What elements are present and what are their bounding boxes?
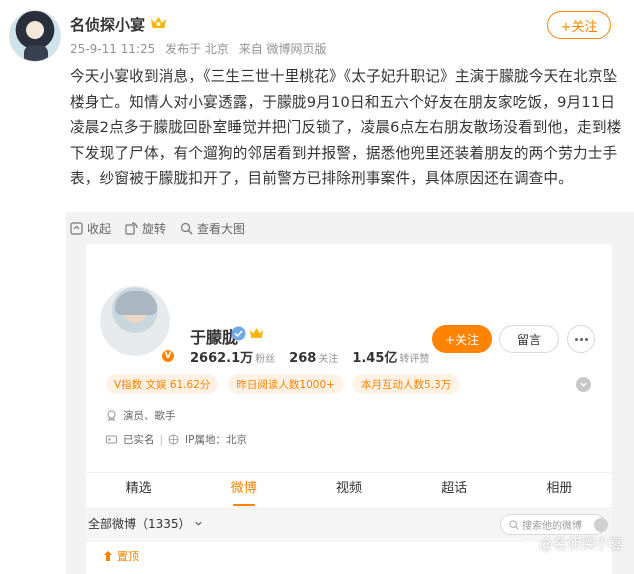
post-source: 来自 微博网页版 <box>238 42 327 56</box>
clear-search-icon <box>594 518 608 532</box>
weibo-watermark: @名侦探小宴 <box>520 534 623 554</box>
profile-search-input: 搜索他的微博 <box>500 514 606 535</box>
location-icon <box>168 434 179 445</box>
author-avatar[interactable] <box>9 10 61 62</box>
post-time[interactable]: 25-9-11 11:25 <box>70 42 155 56</box>
realname-line: 已实名 | IP属地：北京 <box>106 432 247 447</box>
profile-tag: 昨日阅读人数1000+ <box>228 374 343 394</box>
tab-supertopic: 超话 <box>441 481 468 496</box>
tab-featured: 精选 <box>125 481 152 496</box>
post-meta: 25-9-11 11:25 发布于 北京 来自 微博网页版 <box>70 40 333 57</box>
tab-album: 相册 <box>546 481 573 496</box>
search-icon <box>509 519 519 530</box>
verify-check-icon <box>231 326 246 341</box>
follow-button-label: +关注 <box>560 19 598 35</box>
collapse-icon <box>70 221 83 235</box>
collapse-label: 收起 <box>87 221 112 236</box>
profile-tags: V指数 文娱 61.62分 昨日阅读人数1000+ 本月互动人数5.3万 <box>106 374 469 394</box>
reposts-stat: 1.45亿 转评赞 <box>352 351 430 366</box>
all-posts-dropdown: 全部微博（1335） <box>88 515 203 532</box>
profile-tag: 本月互动人数5.3万 <box>352 374 460 394</box>
rotate-label: 旋转 <box>142 221 167 236</box>
chevron-down-icon <box>576 377 591 392</box>
profile-avatar <box>100 286 170 356</box>
rotate-button[interactable]: 旋转 <box>125 220 166 237</box>
occupation-line: 演员、歌手 <box>106 408 176 423</box>
chevron-down-icon <box>195 521 202 526</box>
pin-icon <box>104 551 112 561</box>
magnify-icon <box>180 222 193 234</box>
post-location: 发布于 北京 <box>165 42 229 56</box>
profile-stats: 2662.1万 粉丝 268 关注 1.45亿 转评赞 <box>190 347 443 366</box>
profile-tag: V指数 文娱 61.62分 <box>106 374 219 394</box>
view-large-label: 查看大图 <box>197 221 246 236</box>
crown-icon <box>151 17 166 28</box>
post-text: 今天小宴收到消息，《三生三世十里桃花》《太子妃升职记》主演于朦胧今天在北京坠楼身… <box>70 68 622 187</box>
profile-tabs: 精选 微博 视频 超话 相册 <box>86 472 612 506</box>
collapse-button[interactable]: 收起 <box>70 220 111 237</box>
profile-follow-button: +关注 <box>432 325 492 353</box>
weibo-logo-icon <box>520 541 535 551</box>
profile-message-button: 留言 <box>499 325 559 353</box>
tab-video: 视频 <box>336 481 363 496</box>
view-large-button[interactable]: 查看大图 <box>180 220 245 237</box>
follow-button[interactable]: +关注 <box>547 11 611 39</box>
rotate-icon <box>125 221 138 235</box>
embedded-profile-screenshot[interactable]: V 于朦胧 2662.1万 粉丝 268 关注 1.45亿 转评赞 +关注 留言 V指… <box>86 244 612 574</box>
following-stat: 268 关注 <box>289 351 339 366</box>
author-name[interactable]: 名侦探小宴 <box>70 14 145 35</box>
crown-icon <box>249 328 264 338</box>
more-options-icon <box>567 325 595 353</box>
id-card-icon <box>106 435 117 444</box>
followers-stat: 2662.1万 粉丝 <box>190 351 276 366</box>
image-toolbar: 收起 旋转 查看大图 <box>66 216 255 240</box>
pinned-label: 置顶 <box>102 548 139 564</box>
verified-v-icon: V <box>160 348 176 364</box>
badge-icon <box>107 410 116 421</box>
tab-weibo: 微博 <box>191 473 296 506</box>
